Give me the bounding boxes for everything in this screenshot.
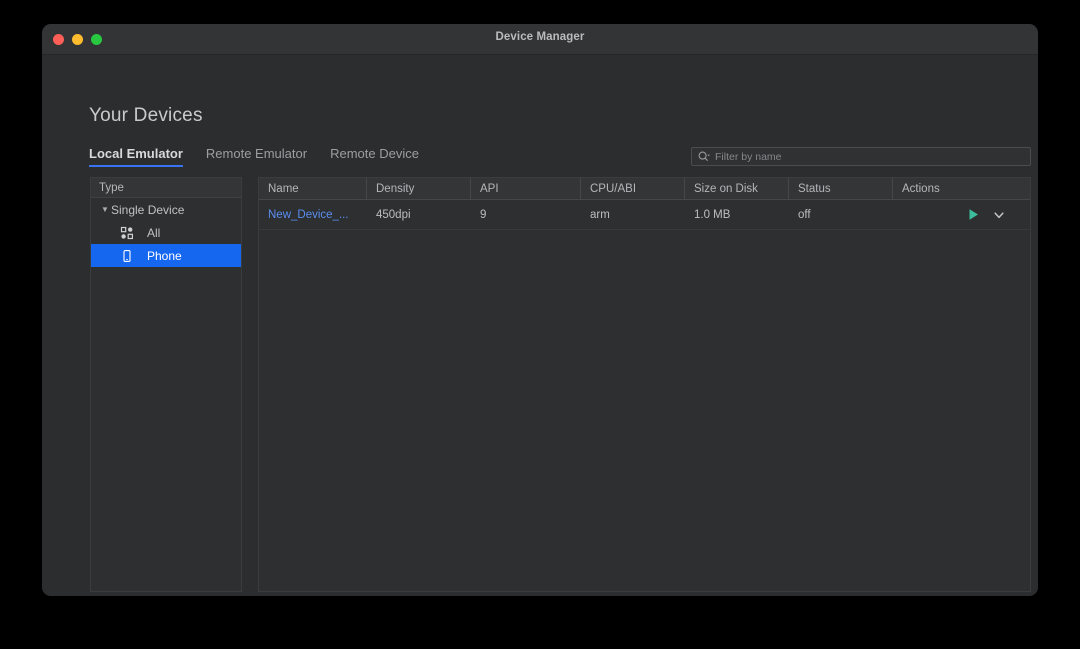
chevron-down-icon[interactable]: ▼: [99, 205, 111, 214]
table-row[interactable]: New_Device_... 450dpi 9 arm 1.0 MB off: [259, 200, 1030, 230]
table-header-row: Name Density API CPU/ABI Size on Disk St…: [259, 178, 1030, 200]
tree-group-label: Single Device: [111, 202, 185, 217]
cell-density: 450dpi: [376, 208, 411, 221]
cell-status: off: [798, 208, 811, 221]
search-input[interactable]: [715, 150, 1030, 163]
title-bar: Device Manager: [42, 24, 1038, 55]
grid-icon: [119, 225, 135, 241]
devices-table-panel: Name Density API CPU/ABI Size on Disk St…: [258, 177, 1031, 592]
tab-remote-device[interactable]: Remote Device: [330, 146, 419, 167]
tab-local-emulator[interactable]: Local Emulator: [89, 146, 183, 167]
device-manager-window: Device Manager Your Devices Local Emulat…: [42, 24, 1038, 596]
column-header-status[interactable]: Status: [789, 178, 893, 199]
tree-item-all[interactable]: All: [91, 221, 241, 244]
cell-size-on-disk: 1.0 MB: [694, 208, 731, 221]
column-header-density[interactable]: Density: [367, 178, 471, 199]
device-type-tree-panel: Type ▼ Single Device All Phone: [90, 177, 242, 592]
cell-device-name[interactable]: New_Device_...: [259, 209, 367, 221]
window-title: Device Manager: [495, 31, 585, 43]
cell-cpu-abi: arm: [590, 208, 610, 221]
column-header-cpu-abi[interactable]: CPU/ABI: [581, 178, 685, 199]
search-icon: [697, 150, 711, 164]
tree-item-phone-label: Phone: [147, 248, 182, 263]
column-header-actions[interactable]: Actions: [893, 178, 1030, 199]
column-header-name[interactable]: Name: [259, 178, 367, 199]
cell-api: 9: [480, 208, 487, 221]
cell-actions: [893, 208, 1030, 221]
tab-bar: Local Emulator Remote Emulator Remote De…: [89, 146, 419, 167]
tree-group-single-device[interactable]: ▼ Single Device: [91, 198, 241, 221]
tree-item-phone[interactable]: Phone: [91, 244, 241, 267]
screen-root: Device Manager Your Devices Local Emulat…: [0, 0, 1080, 649]
column-header-api[interactable]: API: [471, 178, 581, 199]
filter-field-wrapper[interactable]: [691, 147, 1031, 166]
tab-remote-emulator[interactable]: Remote Emulator: [206, 146, 307, 167]
chevron-down-icon[interactable]: [993, 209, 1005, 221]
page-title: Your Devices: [89, 105, 203, 126]
tree-header-type: Type: [91, 178, 241, 198]
phone-icon: [119, 248, 135, 264]
column-header-size-on-disk[interactable]: Size on Disk: [685, 178, 789, 199]
tree-item-all-label: All: [147, 225, 161, 240]
window-body: Your Devices Local Emulator Remote Emula…: [42, 55, 1038, 596]
play-icon[interactable]: [967, 208, 980, 221]
